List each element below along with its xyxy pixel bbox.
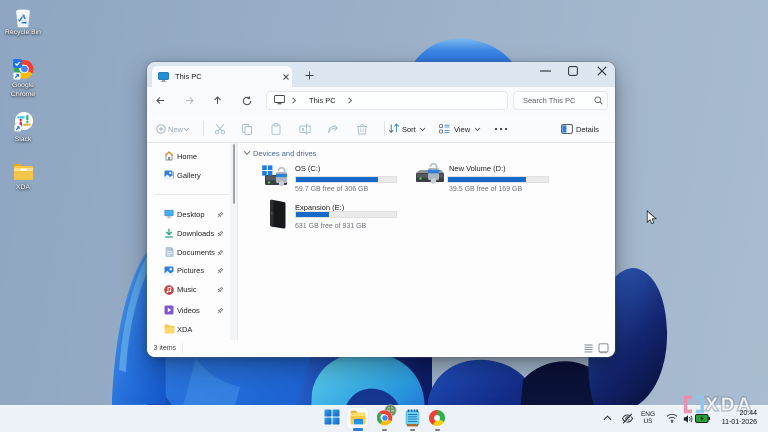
svg-text:XDA: XDA <box>706 394 754 415</box>
